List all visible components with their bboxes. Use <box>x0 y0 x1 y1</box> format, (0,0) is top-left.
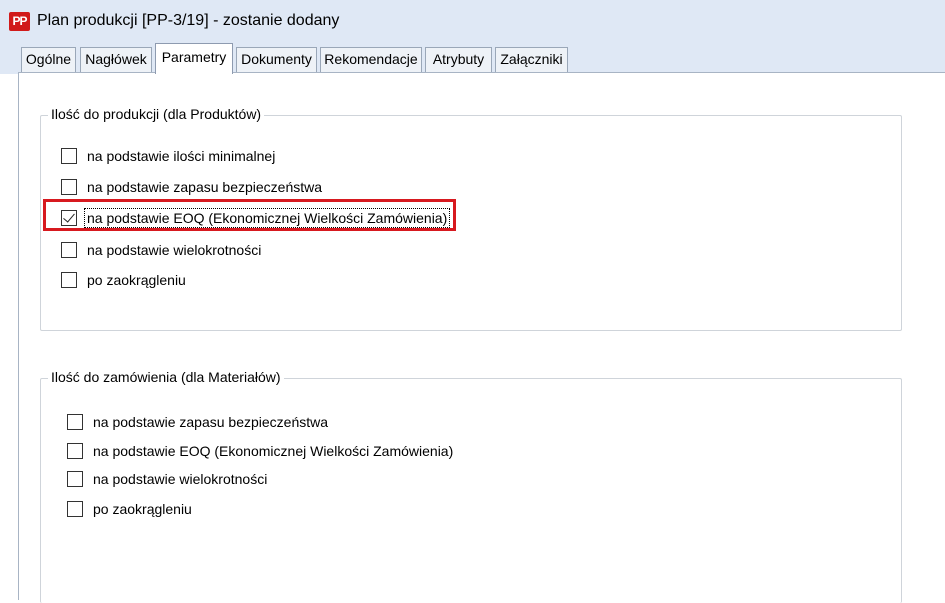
app-icon: PP <box>9 12 30 31</box>
option-products-rounding[interactable]: po zaokrągleniu <box>61 270 186 290</box>
tab-zalaczniki[interactable]: Załączniki <box>495 47 568 72</box>
checkbox[interactable] <box>67 443 83 459</box>
highlight-frame <box>43 199 456 231</box>
checkbox[interactable] <box>61 179 77 195</box>
tab-naglowek[interactable]: Nagłówek <box>80 47 152 72</box>
option-label: na podstawie zapasu bezpieczeństwa <box>93 414 329 430</box>
tab-rekomendacje[interactable]: Rekomendacje <box>320 47 422 72</box>
group-materials: Ilość do zamówienia (dla Materiałów) na … <box>40 369 902 603</box>
parametry-panel: Ilość do produkcji (dla Produktów) na po… <box>18 72 945 603</box>
tab-strip: Ogólne Nagłówek Parametry Dokumenty Reko… <box>0 42 945 74</box>
tab-ogolne[interactable]: Ogólne <box>21 47 76 72</box>
option-label: po zaokrągleniu <box>87 272 186 288</box>
checkbox[interactable] <box>67 501 83 517</box>
group-products-title: Ilość do produkcji (dla Produktów) <box>48 106 265 122</box>
option-materials-rounding[interactable]: po zaokrągleniu <box>67 499 192 519</box>
checkbox[interactable] <box>67 471 83 487</box>
option-label: na podstawie zapasu bezpieczeństwa <box>87 179 323 195</box>
checkbox[interactable] <box>61 148 77 164</box>
group-materials-title: Ilość do zamówienia (dla Materiałów) <box>48 369 284 385</box>
tab-atrybuty[interactable]: Atrybuty <box>425 47 492 72</box>
option-label: po zaokrągleniu <box>93 501 192 517</box>
option-label: na podstawie wielokrotności <box>93 471 268 487</box>
window-titlebar: PP Plan produkcji [PP-3/19] - zostanie d… <box>0 0 945 42</box>
option-products-multiple[interactable]: na podstawie wielokrotności <box>61 240 261 260</box>
option-materials-safety-stock[interactable]: na podstawie zapasu bezpieczeństwa <box>67 412 328 432</box>
option-label: na podstawie wielokrotności <box>87 242 262 258</box>
option-label: na podstawie EOQ (Ekonomicznej Wielkości… <box>93 443 454 459</box>
option-materials-multiple[interactable]: na podstawie wielokrotności <box>67 469 267 489</box>
window-title: Plan produkcji [PP-3/19] - zostanie doda… <box>37 12 340 29</box>
option-products-safety-stock[interactable]: na podstawie zapasu bezpieczeństwa <box>61 177 322 197</box>
option-label: na podstawie ilości minimalnej <box>87 148 276 164</box>
option-materials-eoq[interactable]: na podstawie EOQ (Ekonomicznej Wielkości… <box>67 441 453 461</box>
checkbox[interactable] <box>61 242 77 258</box>
tab-dokumenty[interactable]: Dokumenty <box>236 47 317 72</box>
option-products-min-qty[interactable]: na podstawie ilości minimalnej <box>61 146 275 166</box>
checkbox[interactable] <box>67 414 83 430</box>
checkbox[interactable] <box>61 272 77 288</box>
tab-parametry[interactable]: Parametry <box>155 43 233 74</box>
